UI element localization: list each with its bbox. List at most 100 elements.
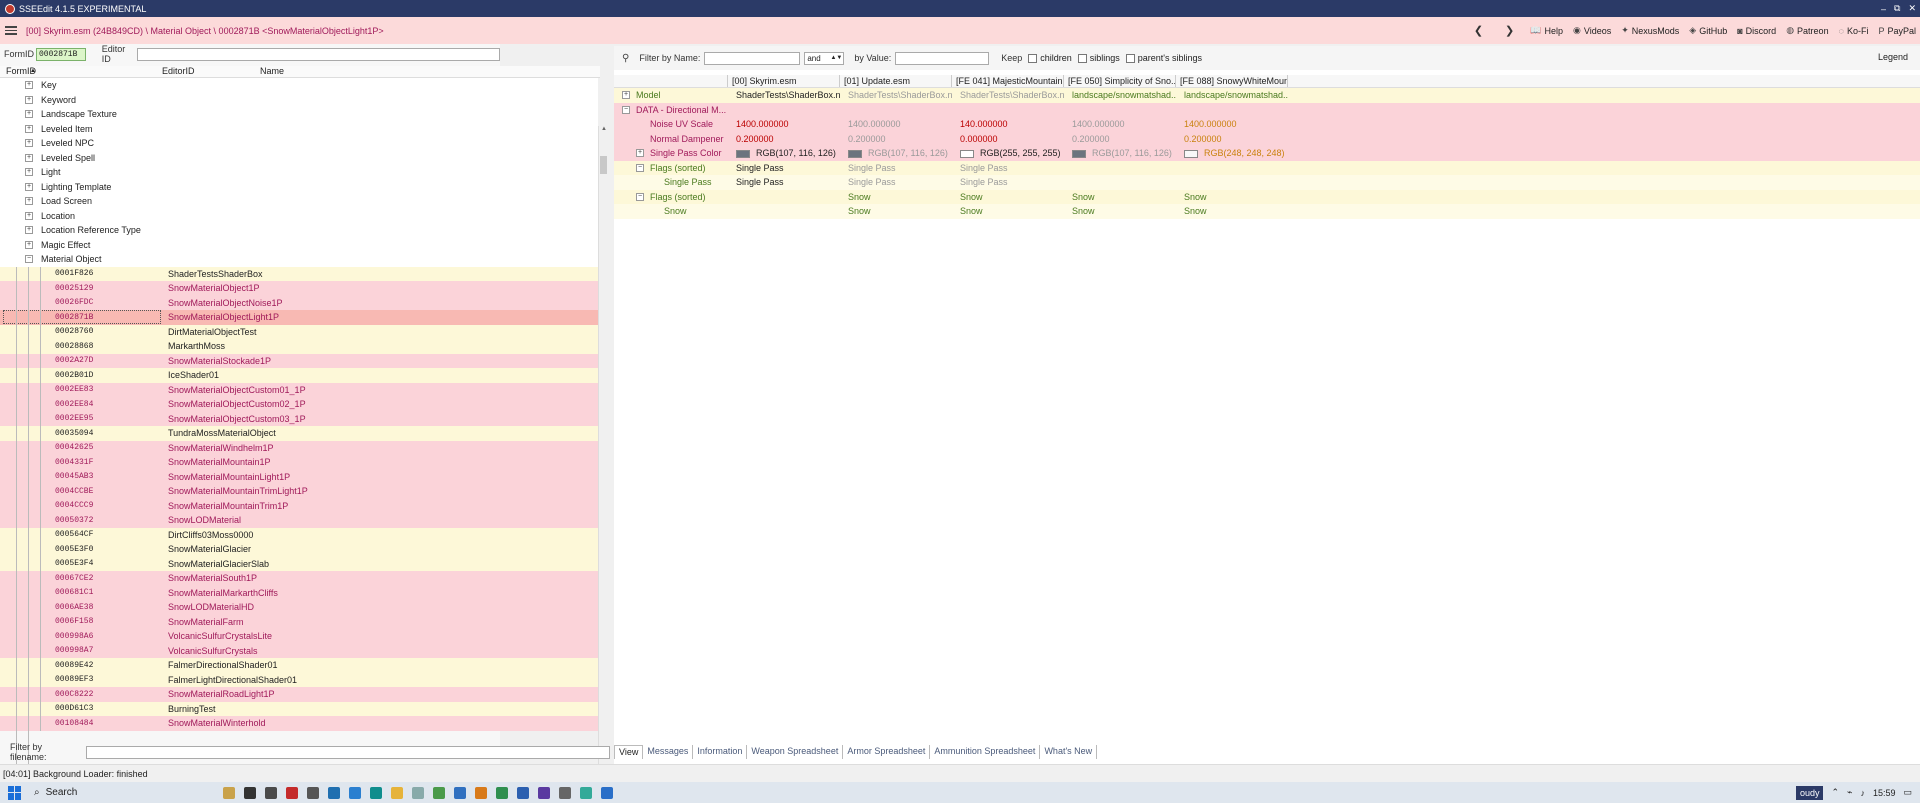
expand-toggle-icon[interactable]: + bbox=[25, 226, 33, 235]
tree-record-row[interactable]: 00108484 SnowMaterialWinterhold bbox=[0, 716, 598, 731]
expand-toggle-icon[interactable]: + bbox=[25, 95, 33, 104]
minimize-button[interactable]: – bbox=[1881, 4, 1886, 14]
forward-arrow-icon[interactable]: ❯ bbox=[1499, 24, 1520, 37]
tree-record-row[interactable]: 00045AB3 SnowMaterialMountainLight1P bbox=[0, 469, 598, 484]
grid-column-header[interactable]: [00] Skyrim.esm bbox=[728, 75, 840, 87]
grid-row[interactable]: − Flags (sorted) Single Pass Single Pass Sin… bbox=[614, 160, 1920, 175]
parents-siblings-checkbox[interactable] bbox=[1125, 53, 1135, 63]
expand-toggle-icon[interactable]: − bbox=[636, 163, 644, 172]
formid-column-header[interactable]: FormID bbox=[0, 66, 36, 77]
record-compare-grid[interactable]: [00] Skyrim.esm [01] Update.esm [FE 041] M… bbox=[614, 75, 1920, 219]
tree-record-row[interactable]: 0002EE95 SnowMaterialObjectCustom03_1P bbox=[0, 411, 598, 426]
legend-button[interactable]: Legend bbox=[1878, 52, 1908, 62]
tree-record-row[interactable]: 0005E3F0 SnowMaterialGlacier bbox=[0, 542, 598, 557]
tree-category[interactable]: + Landscape Texture bbox=[0, 107, 598, 122]
grid-row[interactable]: Normal Dampener 0.200000 0.200000 0.000000 0… bbox=[614, 131, 1920, 146]
tree-record-row[interactable]: 00089EF3 FalmerLightDirectionalShader01 bbox=[0, 672, 598, 687]
expand-toggle-icon[interactable]: − bbox=[636, 192, 644, 201]
editorid-column-header[interactable]: EditorID bbox=[162, 66, 260, 77]
expand-toggle-icon[interactable]: + bbox=[636, 149, 644, 157]
tree-category[interactable]: − Material Object bbox=[0, 252, 598, 267]
grid-column-header[interactable]: [01] Update.esm bbox=[840, 75, 952, 87]
tree-category[interactable]: + Leveled Item bbox=[0, 121, 598, 136]
hamburger-menu-icon[interactable] bbox=[0, 17, 22, 44]
editorid-input[interactable] bbox=[137, 47, 500, 61]
grid-column-header[interactable]: [FE 050] Simplicity of Sno... bbox=[1064, 75, 1176, 87]
tree-record-row[interactable]: 00042625 SnowMaterialWindhelm1P bbox=[0, 440, 598, 455]
taskbar-search[interactable]: ⌕ Search bbox=[34, 784, 214, 802]
grid-column-header[interactable]: [FE 041] MajesticMountain... bbox=[952, 75, 1064, 87]
expand-toggle-icon[interactable]: + bbox=[25, 153, 33, 162]
expand-toggle-icon[interactable]: + bbox=[25, 124, 33, 133]
tree-record-row[interactable]: 000998A6 VolcanicSulfurCrystalsLite bbox=[0, 629, 598, 644]
nav-link-videos[interactable]: ◉ Videos bbox=[1573, 25, 1611, 36]
tree-record-row[interactable]: 0002EE84 SnowMaterialObjectCustom02_1P bbox=[0, 397, 598, 412]
grid-row[interactable]: + Model ShaderTests\ShaderBox.nif ShaderTes… bbox=[614, 88, 1920, 103]
tree-record-row[interactable]: 00028868 MarkarthMoss bbox=[0, 339, 598, 354]
expand-toggle-icon[interactable]: + bbox=[25, 139, 33, 148]
tree-category[interactable]: + Leveled Spell bbox=[0, 150, 598, 165]
grid-row[interactable]: Snow Snow Snow Snow Snow bbox=[614, 204, 1920, 219]
tray-chevron-icon[interactable]: ⌃ bbox=[1831, 787, 1839, 798]
tree-record-row[interactable]: 00067CE2 SnowMaterialSouth1P bbox=[0, 571, 598, 586]
expand-toggle-icon[interactable]: + bbox=[25, 182, 33, 191]
windows-start-icon[interactable] bbox=[8, 785, 22, 800]
app-icon-7[interactable] bbox=[349, 786, 361, 799]
tab-armorspreadsheet[interactable]: Armor Spreadsheet bbox=[843, 745, 931, 759]
grid-column-header[interactable] bbox=[614, 75, 728, 87]
filter-operator-select[interactable]: and ▲▼ bbox=[804, 51, 845, 65]
network-icon[interactable]: ⌁ bbox=[1847, 787, 1852, 798]
scroll-up-icon[interactable]: ▲ bbox=[599, 126, 609, 136]
app-icon-15[interactable] bbox=[559, 786, 571, 799]
expand-toggle-icon[interactable]: + bbox=[622, 91, 630, 99]
app-icon-5[interactable] bbox=[307, 786, 319, 799]
grid-row[interactable]: − DATA - Directional M... bbox=[614, 102, 1920, 117]
tab-messages[interactable]: Messages bbox=[643, 745, 694, 759]
tree-record-row[interactable]: 0005E3F4 SnowMaterialGlacierSlab bbox=[0, 556, 598, 571]
app-icon-16[interactable] bbox=[580, 786, 592, 799]
expand-toggle-icon[interactable]: + bbox=[25, 81, 33, 90]
app-icon-4[interactable] bbox=[286, 786, 298, 799]
siblings-checkbox[interactable] bbox=[1077, 53, 1087, 63]
name-column-header[interactable]: Name bbox=[260, 66, 284, 77]
tab-ammunitionspreadsheet[interactable]: Ammunition Spreadsheet bbox=[930, 745, 1041, 759]
tree-record-row[interactable]: 000998A7 VolcanicSulfurCrystals bbox=[0, 643, 598, 658]
tree-record-row[interactable]: 0006F158 SnowMaterialFarm bbox=[0, 614, 598, 629]
tree-record-row[interactable]: 00035094 TundraMossMaterialObject bbox=[0, 426, 598, 441]
tree-category[interactable]: + Key bbox=[0, 78, 598, 93]
tree-record-row[interactable]: 0004331F SnowMaterialMountain1P bbox=[0, 455, 598, 470]
tree-category[interactable]: + Location Reference Type bbox=[0, 223, 598, 238]
children-checkbox[interactable] bbox=[1028, 53, 1038, 63]
tree-record-row[interactable]: 0002871B SnowMaterialObjectLight1P bbox=[0, 310, 598, 325]
tree-record-row[interactable]: 000564CF DirtCliffs03Moss0000 bbox=[0, 527, 598, 542]
nav-link-github[interactable]: ◈ GitHub bbox=[1689, 25, 1727, 36]
scroll-thumb[interactable] bbox=[600, 156, 607, 174]
expand-toggle-icon[interactable]: − bbox=[622, 105, 630, 114]
tree-record-row[interactable]: 000C8222 SnowMaterialRoadLight1P bbox=[0, 687, 598, 702]
tree-record-row[interactable]: 00026FDC SnowMaterialObjectNoise1P bbox=[0, 295, 598, 310]
app-icon-13[interactable] bbox=[517, 786, 529, 799]
formid-input[interactable]: 0002871B bbox=[36, 47, 86, 61]
volume-icon[interactable]: ♪ bbox=[1860, 788, 1865, 798]
tree-scrollbar[interactable]: ▲ ▼ bbox=[598, 126, 608, 782]
tree-category[interactable]: + Location bbox=[0, 208, 598, 223]
tree-category[interactable]: + Leveled NPC bbox=[0, 136, 598, 151]
app-icon-2[interactable] bbox=[244, 786, 256, 799]
expand-toggle-icon[interactable]: − bbox=[25, 255, 33, 264]
maximize-button[interactable]: ⧉ bbox=[1894, 3, 1900, 14]
tray-weather[interactable]: oudy bbox=[1795, 785, 1824, 800]
expand-toggle-icon[interactable]: + bbox=[25, 197, 33, 206]
expand-toggle-icon[interactable]: + bbox=[25, 110, 33, 119]
nav-link-paypal[interactable]: P PayPal bbox=[1878, 26, 1916, 36]
nav-link-nexusmods[interactable]: ✦ NexusMods bbox=[1621, 25, 1679, 36]
tree-record-row[interactable]: 00050372 SnowLODMaterial bbox=[0, 513, 598, 528]
tab-weaponspreadsheet[interactable]: Weapon Spreadsheet bbox=[747, 745, 844, 759]
tree-record-row[interactable]: 00025129 SnowMaterialObject1P bbox=[0, 281, 598, 296]
app-icon-3[interactable] bbox=[265, 786, 277, 799]
tab-information[interactable]: Information bbox=[693, 745, 748, 759]
tree-record-row[interactable]: 0001F826 ShaderTestsShaderBox bbox=[0, 266, 598, 281]
tree-record-row[interactable]: 0004CCC9 SnowMaterialMountainTrim1P bbox=[0, 498, 598, 513]
record-tree[interactable]: + Key + Keyword + Landscape Texture + Leveled I… bbox=[0, 78, 598, 780]
tab-whatsnew[interactable]: What's New bbox=[1040, 745, 1098, 759]
tree-category[interactable]: + Keyword bbox=[0, 92, 598, 107]
